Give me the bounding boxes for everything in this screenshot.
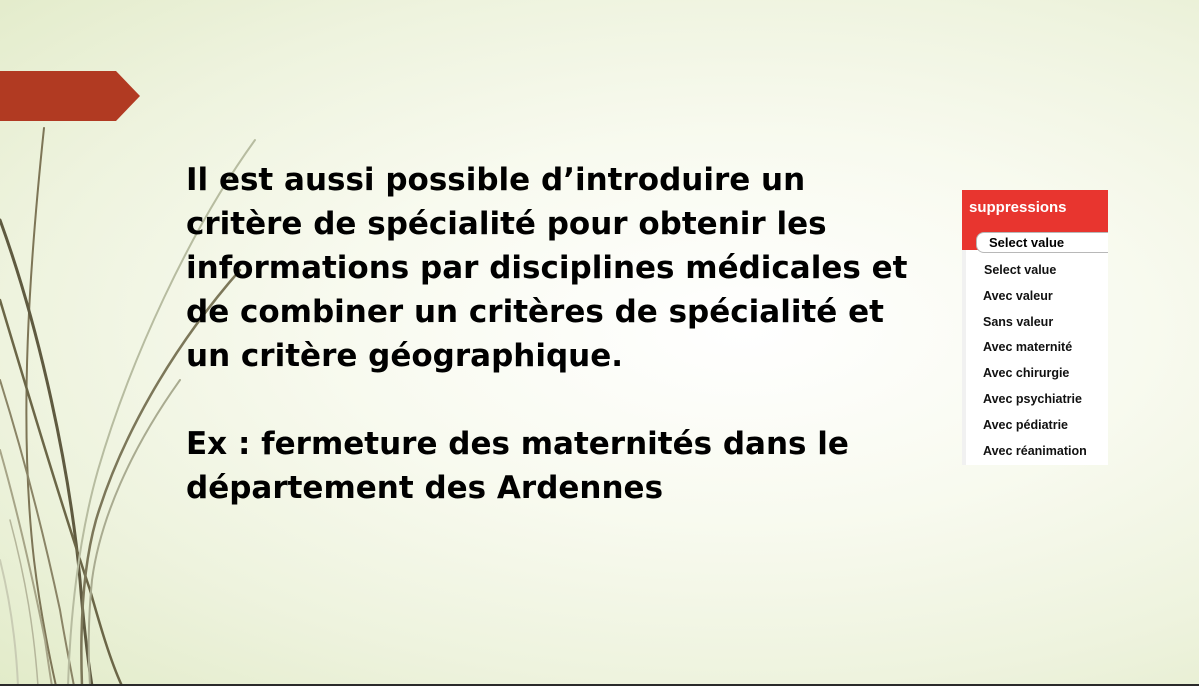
panel-title: suppressions [969,199,1067,216]
dropdown-option-avec-maternite[interactable]: Avec maternité [976,335,1108,361]
panel-edge [962,250,966,465]
select-value-box[interactable]: Select value [976,232,1108,253]
dropdown-option-avec-psychiatrie[interactable]: Avec psychiatrie [976,387,1108,413]
dropdown-option-avec-pediatrie[interactable]: Avec pédiatrie [976,413,1108,439]
suppressions-dropdown-panel: suppressions Select value Select value A… [962,190,1108,465]
dropdown-option-avec-valeur[interactable]: Avec valeur [976,284,1108,310]
dropdown-option-sans-valeur[interactable]: Sans valeur [976,310,1108,336]
dropdown-option-avec-chirurgie[interactable]: Avec chirurgie [976,361,1108,387]
slide: Il est aussi possible d’introduire un cr… [0,0,1199,686]
paragraph-example: Ex : fermeture des maternités dans le dé… [186,426,849,506]
title-arrow-shape [0,71,140,121]
paragraph-intro: Il est aussi possible d’introduire un cr… [186,162,908,374]
dropdown-option-select-value[interactable]: Select value [976,258,1108,284]
dropdown-option-list: Select value Avec valeur Sans valeur Ave… [976,258,1108,464]
slide-body-text: Il est aussi possible d’introduire un cr… [186,158,926,510]
dropdown-option-avec-reanimation[interactable]: Avec réanimation [976,439,1108,465]
vine-line [0,449,53,686]
vine-line [0,559,19,686]
